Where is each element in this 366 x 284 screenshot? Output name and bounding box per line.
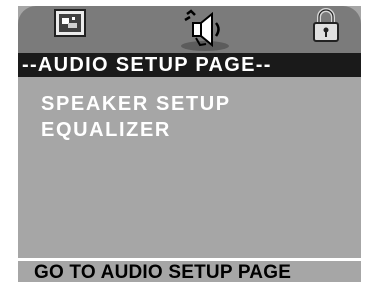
menu-item-speaker-setup[interactable]: SPEAKER SETUP xyxy=(41,93,231,116)
setup-icon-bar xyxy=(18,6,361,53)
page-header-bar: --AUDIO SETUP PAGE-- xyxy=(18,53,361,77)
audio-setup-icon[interactable] xyxy=(175,8,235,57)
lock-icon[interactable] xyxy=(312,8,340,49)
general-setup-icon[interactable] xyxy=(54,8,86,43)
menu-item-equalizer[interactable]: EQUALIZER xyxy=(41,119,171,142)
footer-hint: GO TO AUDIO SETUP PAGE xyxy=(34,262,292,282)
page-title: --AUDIO SETUP PAGE-- xyxy=(22,54,272,76)
audio-setup-osd: --AUDIO SETUP PAGE-- SPEAKER SETUP EQUAL… xyxy=(18,6,361,282)
footer-status-bar: GO TO AUDIO SETUP PAGE xyxy=(18,258,361,282)
